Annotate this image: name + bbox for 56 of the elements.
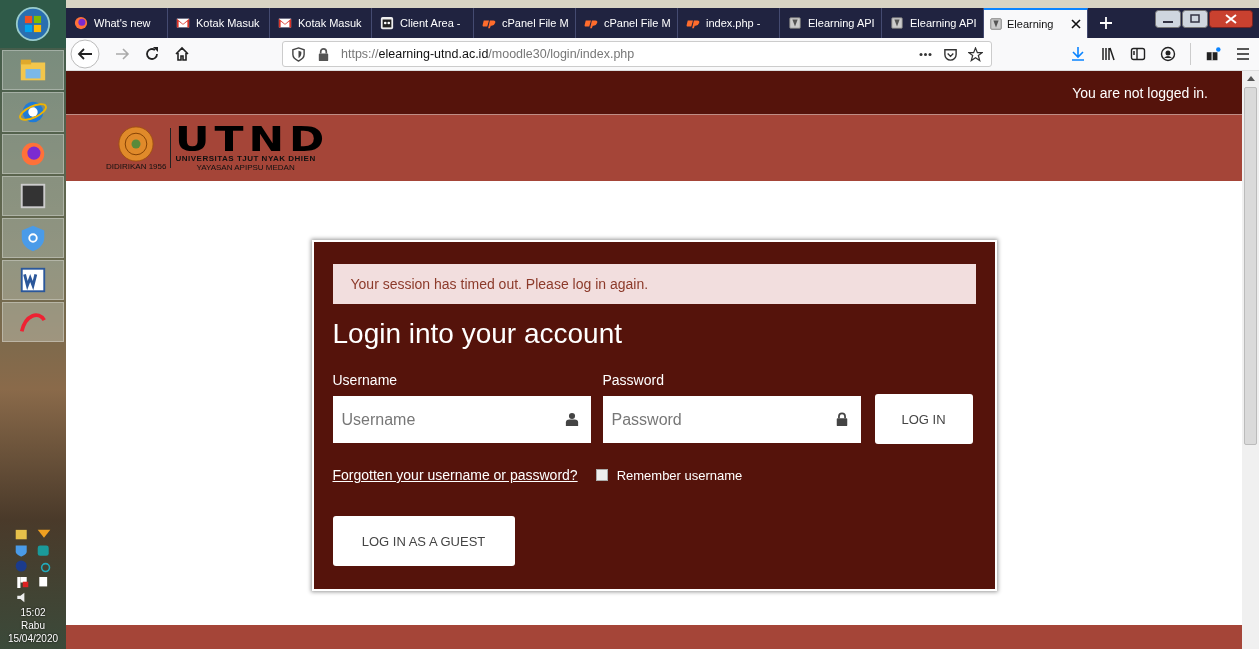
login-status: You are not logged in. xyxy=(1072,84,1208,101)
foundation-name: YAYASAN APIPSU MEDAN xyxy=(196,163,295,172)
page-icon xyxy=(788,16,802,30)
robot-icon xyxy=(380,16,394,30)
founded-text: DIDIRIKAN 1956 xyxy=(106,161,167,171)
mail-icon xyxy=(278,16,292,30)
remember-checkbox[interactable] xyxy=(595,469,608,481)
star-icon[interactable] xyxy=(968,46,983,62)
fox-icon xyxy=(74,16,88,30)
start-button[interactable] xyxy=(15,6,51,42)
gift-icon[interactable] xyxy=(1205,46,1221,62)
lock-icon[interactable] xyxy=(316,46,331,62)
close-icon[interactable] xyxy=(1209,10,1253,28)
back-icon[interactable] xyxy=(70,39,100,69)
session-alert: Your session has timed out. Please log in again. xyxy=(332,264,976,304)
scroll-up-icon[interactable] xyxy=(1246,75,1255,81)
mail-icon xyxy=(176,16,190,30)
remember-label: Remember username xyxy=(616,467,743,483)
scroll-thumb[interactable] xyxy=(1244,87,1257,445)
address-bar[interactable]: https://elearning-utnd.ac.id/moodle30/login/index.php xyxy=(282,41,992,67)
pocket-icon[interactable] xyxy=(943,46,958,62)
window-icon[interactable] xyxy=(18,181,48,211)
seal-icon xyxy=(118,125,155,162)
minimize-icon[interactable] xyxy=(1155,10,1181,28)
login-title: Login into your account xyxy=(332,318,624,350)
username-field[interactable]: Username xyxy=(332,396,591,443)
shield-icon[interactable] xyxy=(291,46,306,62)
password-field[interactable]: Password xyxy=(602,396,861,443)
field-label: Password xyxy=(602,372,665,388)
browser-tab[interactable]: Elearning xyxy=(984,8,1088,38)
url-text[interactable]: https://elearning-utnd.ac.id/moodle30/login/index.php xyxy=(341,47,635,61)
account-icon[interactable] xyxy=(1160,46,1176,62)
library-icon[interactable] xyxy=(1100,46,1116,62)
page-icon xyxy=(989,17,1003,31)
clock-date[interactable]: 15/04/2020 xyxy=(7,632,59,645)
sidebar-icon[interactable] xyxy=(1130,46,1146,62)
user-icon xyxy=(564,412,579,426)
clock-day[interactable]: Rabu xyxy=(21,619,45,632)
home-icon[interactable] xyxy=(174,46,190,62)
restore-icon[interactable] xyxy=(1182,10,1208,28)
forgot-password-link[interactable]: Forgotten your username or password? xyxy=(332,467,578,483)
reload-icon[interactable] xyxy=(144,46,160,62)
university-name: UNIVERSITAS TJUT NYAK DHIEN xyxy=(175,154,316,163)
scrollbar[interactable] xyxy=(1242,71,1259,649)
menu-icon[interactable] xyxy=(1235,46,1251,62)
new-tab-icon[interactable] xyxy=(1098,15,1114,31)
close-icon[interactable] xyxy=(1070,18,1082,30)
guest-login-button[interactable]: LOG IN AS A GUEST xyxy=(332,516,515,566)
field-label: Username xyxy=(332,372,399,388)
logo-wordmark: UTND xyxy=(175,124,330,154)
clock-time[interactable]: 15:02 xyxy=(20,606,46,619)
page-icon xyxy=(890,16,904,30)
login-button[interactable]: LOG IN xyxy=(874,394,973,444)
lock-icon xyxy=(834,412,849,426)
download-icon[interactable] xyxy=(1070,46,1086,62)
document-icon[interactable] xyxy=(18,265,48,295)
